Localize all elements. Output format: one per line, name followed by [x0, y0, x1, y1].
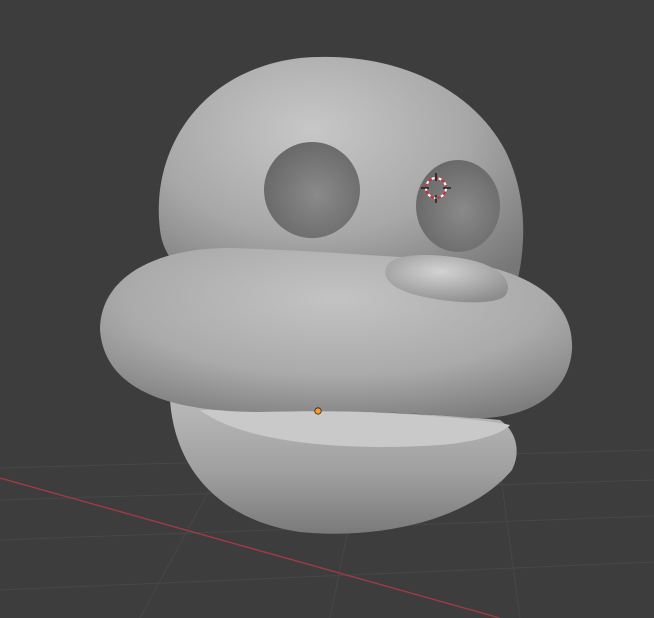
- right-eye-socket[interactable]: [416, 160, 500, 252]
- object-origin-icon[interactable]: [314, 407, 322, 415]
- muzzle[interactable]: [100, 248, 573, 419]
- viewport-canvas[interactable]: [0, 0, 654, 618]
- left-eye-socket[interactable]: [264, 142, 360, 238]
- 3d-viewport[interactable]: [0, 0, 654, 618]
